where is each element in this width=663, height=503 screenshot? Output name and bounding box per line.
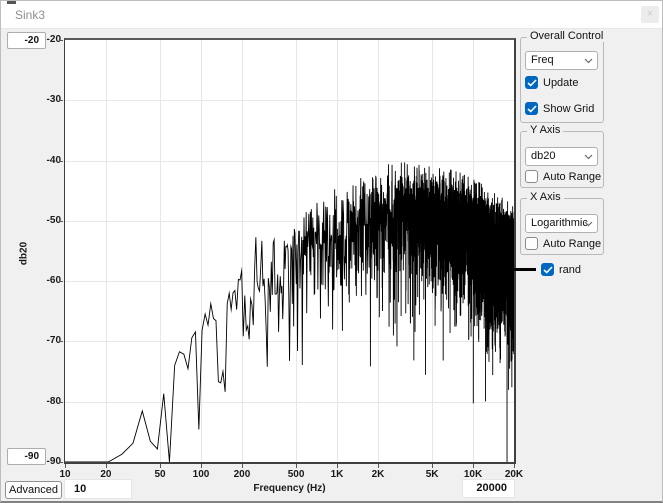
y-tick-label: -60 [21,275,61,286]
x-tick-mark [432,464,433,468]
update-checkbox-label: Update [543,77,578,89]
y-tick-label: -20 [21,34,61,45]
close-button[interactable]: × [641,6,659,23]
x-auto-range-label: Auto Range [543,238,601,250]
x-tick-label: 50 [142,469,178,480]
y-auto-range-row: Auto Range [525,170,601,183]
y-tick-label: -40 [21,155,61,166]
x-axis-title: Frequency (Hz) [65,483,514,494]
y-auto-range-checkbox[interactable] [525,170,538,183]
x-auto-range-checkbox[interactable] [525,237,538,250]
freq-select-value: Freq [531,52,554,69]
x-tick-label: 20K [496,469,532,480]
y-axis-group-title: Y Axis [527,124,563,136]
x-tick-label: 5K [414,469,450,480]
y-tick-label: -30 [21,94,61,105]
window-title: Sink3 [15,1,45,29]
check-icon [543,266,553,274]
legend-series-label: rand [559,264,581,276]
freq-select[interactable]: Freq [525,51,598,70]
x-tick-mark [201,464,202,468]
check-icon [527,79,537,87]
legend-line-swatch [512,268,536,271]
x-max-input[interactable]: 20000 [462,479,515,498]
x-tick-label: 20 [88,469,124,480]
chevron-down-icon [584,221,593,227]
chevron-down-icon [584,154,593,160]
chevron-down-icon [584,58,593,64]
show-grid-checkbox-row: Show Grid [525,102,594,115]
x-tick-label: 500 [278,469,314,480]
update-checkbox-row: Update [525,76,578,89]
overall-control-group-title: Overall Control [527,30,606,42]
x-tick-mark [378,464,379,468]
x-tick-label: 1K [319,469,355,480]
update-checkbox[interactable] [525,76,538,89]
y-axis-select[interactable]: db20 [525,147,598,166]
spectrum-canvas [65,40,514,462]
y-tick-mark [59,281,63,282]
x-axis-group-title: X Axis [527,191,564,203]
app-window: Sink3 × -20 -90 Frequency (Hz) db20 Adva… [0,0,663,503]
x-axis-select-value: Logarithmic [531,215,588,232]
y-tick-mark [59,462,63,463]
y-tick-label: -80 [21,396,61,407]
close-icon: × [647,8,653,20]
x-tick-mark [337,464,338,468]
x-tick-mark [65,464,66,468]
check-icon [527,105,537,113]
x-tick-label: 200 [224,469,260,480]
y-tick-mark [59,161,63,162]
y-tick-label: -90 [21,456,61,467]
y-tick-mark [59,100,63,101]
background-window-edge [7,1,16,4]
y-auto-range-label: Auto Range [543,171,601,183]
legend: rand [512,263,581,276]
x-tick-label: 2K [360,469,396,480]
x-tick-label: 10 [47,469,83,480]
show-grid-checkbox[interactable] [525,102,538,115]
y-tick-mark [59,341,63,342]
x-min-input[interactable]: 10 [64,479,132,499]
y-tick-mark [59,221,63,222]
x-tick-mark [160,464,161,468]
y-tick-label: -50 [21,215,61,226]
x-tick-mark [473,464,474,468]
x-tick-mark [296,464,297,468]
y-axis-select-value: db20 [531,148,555,165]
x-tick-mark [514,464,515,468]
show-grid-checkbox-label: Show Grid [543,103,594,115]
y-tick-mark [59,40,63,41]
plot-area [64,38,516,464]
x-tick-label: 10K [455,469,491,480]
y-tick-mark [59,402,63,403]
x-tick-mark [242,464,243,468]
x-axis-select[interactable]: Logarithmic [525,214,598,233]
legend-rand-checkbox[interactable] [541,263,554,276]
y-tick-label: -70 [21,335,61,346]
x-tick-mark [106,464,107,468]
advanced-button[interactable]: Advanced [5,481,62,499]
x-tick-label: 100 [183,469,219,480]
x-auto-range-row: Auto Range [525,237,601,250]
title-bar: Sink3 × [1,1,662,29]
